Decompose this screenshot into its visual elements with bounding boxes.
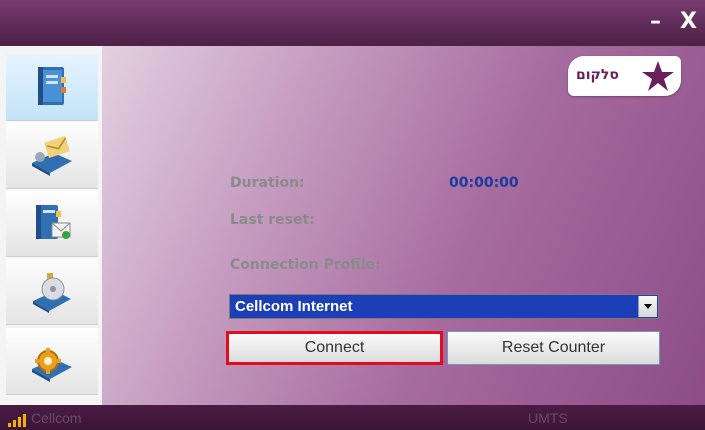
connect-button[interactable]: Connect (226, 331, 443, 365)
title-bar[interactable]: – X (0, 0, 705, 46)
star-logo-icon (642, 61, 674, 91)
reset-counter-button[interactable]: Reset Counter (447, 331, 660, 365)
close-button[interactable]: X (680, 10, 697, 34)
sidebar-item-tools[interactable] (6, 258, 98, 325)
connection-profile-label: Connection Profile: (230, 257, 381, 273)
sidebar-item-settings[interactable] (6, 328, 98, 395)
signal-strength-icon (8, 413, 30, 427)
logo-text: סלקום (576, 67, 619, 83)
chevron-down-icon[interactable] (638, 296, 657, 317)
carrier-name: Cellcom (31, 410, 82, 426)
duration-label: Duration: (230, 175, 305, 191)
last-reset-label: Last reset: (230, 212, 315, 228)
sidebar-item-phonebook[interactable] (6, 190, 98, 257)
minimize-button[interactable]: – (650, 10, 661, 34)
envelope-book-icon (32, 135, 72, 176)
sidebar (0, 46, 102, 405)
connection-profile-select[interactable]: Cellcom Internet (229, 294, 659, 319)
contacts-book-icon (36, 205, 71, 239)
selected-profile: Cellcom Internet (235, 298, 353, 315)
gear-book-icon (32, 348, 72, 382)
status-bar: Cellcom UMTS (0, 405, 705, 430)
address-book-icon (38, 67, 66, 105)
sidebar-item-sms[interactable] (6, 122, 98, 189)
disc-book-icon (33, 273, 71, 313)
cellcom-logo: סלקום (568, 56, 681, 96)
main-panel: סלקום Duration: 00:00:00 Last reset: Con… (102, 46, 705, 405)
sidebar-item-connection[interactable] (6, 54, 98, 121)
duration-value: 00:00:00 (449, 175, 519, 191)
app-window: – X סלקום Duration: 00:00:00 Last reset:… (0, 0, 705, 430)
network-type: UMTS (528, 410, 568, 426)
